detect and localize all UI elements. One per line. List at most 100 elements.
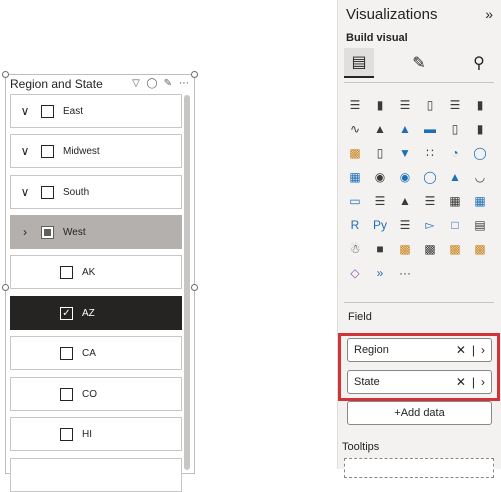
area-chart-icon[interactable]: ▲ xyxy=(371,120,389,138)
chevron-right-icon[interactable]: › xyxy=(17,225,33,239)
donut-chart-icon[interactable]: ◯ xyxy=(471,144,489,162)
custom-visual-2-icon[interactable]: ▩ xyxy=(471,240,489,258)
map-icon[interactable]: ◉ xyxy=(371,168,389,186)
custom-visual-4-icon[interactable]: » xyxy=(371,264,389,282)
resize-handle-ml[interactable] xyxy=(2,284,9,291)
waterfall-chart-icon[interactable]: ▯ xyxy=(371,144,389,162)
slicer-item-hi[interactable]: HI xyxy=(10,417,182,451)
paginated-report-icon[interactable]: ■ xyxy=(371,240,389,258)
slicer-scrollbar[interactable] xyxy=(184,95,190,470)
slicer-item-ak[interactable]: AK xyxy=(10,255,182,289)
slicer-item-partial[interactable] xyxy=(10,458,182,492)
slicer-item-east[interactable]: ∨ East xyxy=(10,94,182,128)
slicer-item-label: AZ xyxy=(82,307,95,319)
r-visual-icon[interactable]: R xyxy=(346,216,364,234)
card-icon[interactable]: ▭ xyxy=(346,192,364,210)
stacked-column-chart-icon[interactable]: ▮ xyxy=(371,96,389,114)
shape-map-icon[interactable]: ◯ xyxy=(421,168,439,186)
custom-visual-3-icon[interactable]: ◇ xyxy=(346,264,364,282)
collapse-pane-icon[interactable]: » xyxy=(485,6,493,22)
line-stacked-column-chart-icon[interactable]: ▮ xyxy=(471,120,489,138)
gauge-icon[interactable]: ◡ xyxy=(471,168,489,186)
decomposition-tree-icon[interactable]: ▻ xyxy=(421,216,439,234)
eraser-icon[interactable]: ◯ xyxy=(146,77,158,91)
checkbox[interactable] xyxy=(60,427,73,441)
100-stacked-column-chart-icon[interactable]: ▮ xyxy=(471,96,489,114)
key-influencers-icon[interactable]: ☰ xyxy=(396,216,414,234)
slicer-icon[interactable]: ☰ xyxy=(421,192,439,210)
matrix-icon[interactable]: ▦ xyxy=(471,192,489,210)
ribbon-chart-icon[interactable]: ▬ xyxy=(421,120,439,138)
checkbox[interactable] xyxy=(41,185,54,199)
table-icon[interactable]: ▦ xyxy=(446,192,464,210)
slicer-item-az[interactable]: ✓ AZ xyxy=(10,296,182,330)
clustered-column-chart-icon[interactable]: ▯ xyxy=(421,96,439,114)
pane-mode-tabs: ▤ ✎ ⚲ xyxy=(344,48,494,78)
more-visuals-icon[interactable]: ··· xyxy=(396,264,414,282)
build-visual-label: Build visual xyxy=(346,32,408,44)
focus-icon[interactable]: ✎ xyxy=(162,77,174,91)
goals-icon[interactable]: ☃ xyxy=(346,240,364,258)
checkmark-icon[interactable]: ✓ xyxy=(60,306,73,320)
chevron-down-icon[interactable]: ∨ xyxy=(17,104,33,118)
field-chip-region[interactable]: Region ✕ | › xyxy=(347,338,492,362)
checkbox[interactable] xyxy=(60,265,73,279)
tooltips-drop-zone[interactable] xyxy=(344,458,494,478)
power-apps-icon[interactable]: ▩ xyxy=(396,240,414,258)
add-data-button[interactable]: +Add data xyxy=(347,401,492,425)
azure-map-icon[interactable]: ▲ xyxy=(446,168,464,186)
separator: | xyxy=(471,375,475,389)
slicer-item-label: CO xyxy=(82,388,97,400)
checkbox[interactable] xyxy=(60,387,73,401)
chevron-right-icon[interactable]: › xyxy=(481,375,485,389)
slicer-item-west[interactable]: › West xyxy=(10,215,182,249)
resize-handle-tl[interactable] xyxy=(2,71,9,78)
report-canvas: Region and State ▽ ◯ ✎ ⋯ ∨ East ∨ Midwes… xyxy=(0,0,335,492)
stacked-bar-chart-icon[interactable]: ☰ xyxy=(346,96,364,114)
power-automate-icon[interactable]: ▩ xyxy=(421,240,439,258)
clustered-bar-chart-icon[interactable]: ☰ xyxy=(396,96,414,114)
slicer-item-label: Midwest xyxy=(63,145,100,157)
python-visual-icon[interactable]: Py xyxy=(371,216,389,234)
pie-chart-icon[interactable]: ◔ xyxy=(446,144,464,162)
funnel-chart-icon[interactable]: ▼ xyxy=(396,144,414,162)
ribbon-multi-icon[interactable]: ▩ xyxy=(346,144,364,162)
qa-icon[interactable]: □ xyxy=(446,216,464,234)
resize-handle-tr[interactable] xyxy=(191,71,198,78)
field-chip-state[interactable]: State ✕ | › xyxy=(347,370,492,394)
visual-type-gallery: ☰ ▮ ☰ ▯ ☰ ▮ ∿ ▲ ▲ ▬ ▯ ▮ ▩ ▯ ▼ ∷ ◔ ◯ ▦ ◉ … xyxy=(346,96,494,288)
slicer-item-ca[interactable]: CA xyxy=(10,336,182,370)
tooltips-label: Tooltips xyxy=(342,441,380,453)
stacked-area-chart-icon[interactable]: ▲ xyxy=(396,120,414,138)
scatter-chart-icon[interactable]: ∷ xyxy=(421,144,439,162)
chevron-down-icon[interactable]: ∨ xyxy=(17,185,33,199)
chevron-right-icon[interactable]: › xyxy=(481,343,485,357)
checkbox-partial[interactable] xyxy=(41,225,54,239)
build-visual-icon[interactable]: ▤ xyxy=(344,48,374,78)
remove-field-icon[interactable]: ✕ xyxy=(456,375,466,389)
pane-title: Visualizations xyxy=(346,6,438,23)
slicer-item-co[interactable]: CO xyxy=(10,377,182,411)
filter-icon[interactable]: ▽ xyxy=(130,77,142,91)
field-chip-label: Region xyxy=(354,344,389,356)
custom-visual-1-icon[interactable]: ▩ xyxy=(446,240,464,258)
slicer-item-midwest[interactable]: ∨ Midwest xyxy=(10,134,182,168)
smart-narrative-icon[interactable]: ▤ xyxy=(471,216,489,234)
checkbox[interactable] xyxy=(41,144,54,158)
checkbox[interactable] xyxy=(41,104,54,118)
kpi-icon[interactable]: ▲ xyxy=(396,192,414,210)
multi-row-card-icon[interactable]: ☰ xyxy=(371,192,389,210)
format-visual-icon[interactable]: ✎ xyxy=(404,48,434,78)
chevron-down-icon[interactable]: ∨ xyxy=(17,144,33,158)
more-icon[interactable]: ⋯ xyxy=(178,77,190,91)
line-chart-icon[interactable]: ∿ xyxy=(346,120,364,138)
slicer-item-south[interactable]: ∨ South xyxy=(10,175,182,209)
analytics-icon[interactable]: ⚲ xyxy=(464,48,494,78)
checkbox[interactable] xyxy=(60,346,73,360)
100-stacked-bar-chart-icon[interactable]: ☰ xyxy=(446,96,464,114)
filled-map-icon[interactable]: ◉ xyxy=(396,168,414,186)
line-clustered-column-chart-icon[interactable]: ▯ xyxy=(446,120,464,138)
remove-field-icon[interactable]: ✕ xyxy=(456,343,466,357)
resize-handle-mr[interactable] xyxy=(191,284,198,291)
treemap-icon[interactable]: ▦ xyxy=(346,168,364,186)
